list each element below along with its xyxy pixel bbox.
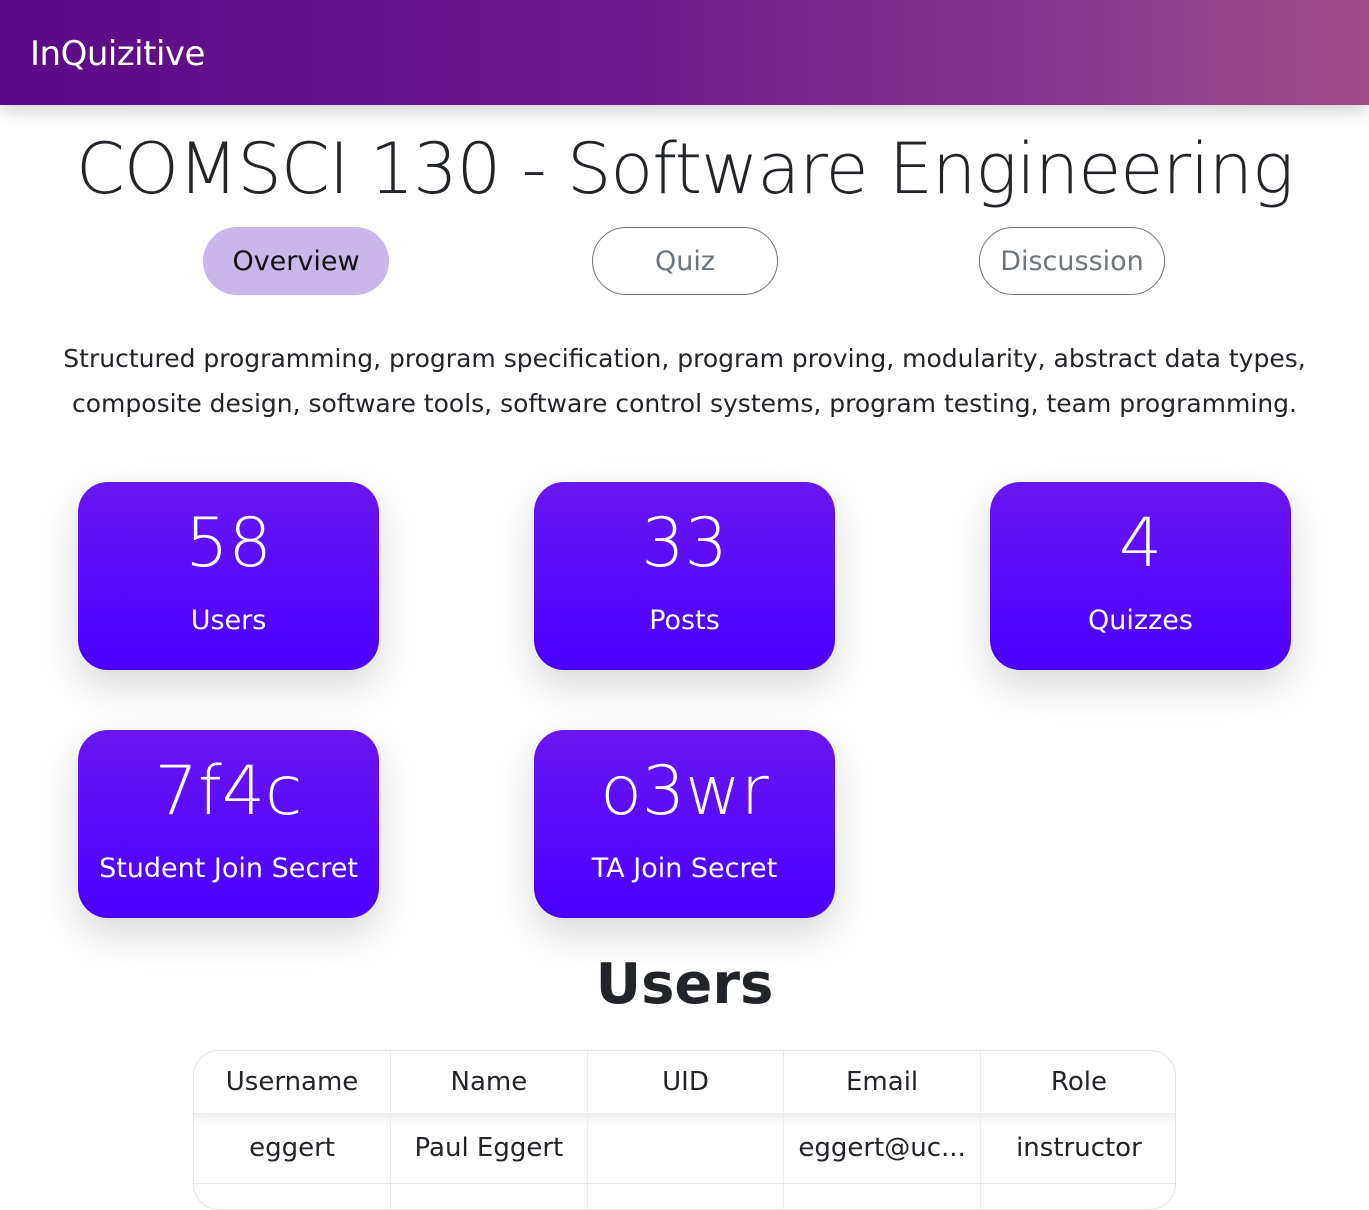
brand-logo-link[interactable]: InQuizitive xyxy=(30,34,205,74)
stat-value: 4 xyxy=(1118,504,1163,583)
cell-role xyxy=(980,1183,1175,1209)
users-heading: Users xyxy=(595,952,774,1017)
stat-value: 58 xyxy=(185,504,272,583)
cell-name: Paul Eggert xyxy=(390,1113,588,1183)
tab-quiz[interactable]: Quiz xyxy=(592,227,778,295)
table-row[interactable] xyxy=(194,1183,1175,1209)
stat-value: 33 xyxy=(641,504,728,583)
cell-name xyxy=(390,1183,588,1209)
tab-discussion[interactable]: Discussion xyxy=(979,227,1165,295)
cell-uid xyxy=(587,1113,785,1183)
stat-value: 7f4c xyxy=(154,752,303,831)
course-description: Structured programming, program specific… xyxy=(63,344,1306,418)
users-table-container[interactable]: Username Name UID Email Role eggert Paul… xyxy=(193,1050,1176,1210)
column-header-email[interactable]: Email xyxy=(783,1051,981,1113)
navbar: InQuizitive xyxy=(0,0,1369,105)
column-header-username[interactable]: Username xyxy=(194,1051,392,1113)
stat-label: TA Join Secret xyxy=(591,853,778,884)
column-header-role[interactable]: Role xyxy=(980,1051,1175,1113)
stat-label: Quizzes xyxy=(1088,605,1193,636)
stat-card-users: 58 Users xyxy=(78,482,379,670)
stat-card-ta-join-secret: o3wr TA Join Secret xyxy=(534,730,835,918)
cell-username xyxy=(194,1183,392,1209)
cell-username: eggert xyxy=(194,1113,392,1183)
users-table: Username Name UID Email Role eggert Paul… xyxy=(194,1051,1175,1209)
stat-label: Student Join Secret xyxy=(99,853,358,884)
column-header-uid[interactable]: UID xyxy=(587,1051,785,1113)
stat-label: Users xyxy=(190,605,267,636)
cell-email: eggert@uc... xyxy=(783,1113,981,1183)
stat-card-student-join-secret: 7f4c Student Join Secret xyxy=(78,730,379,918)
cell-email xyxy=(783,1183,981,1209)
stat-card-posts: 33 Posts xyxy=(534,482,835,670)
page-title: COMSCI 130 - Software Engineering xyxy=(76,128,1294,210)
table-header-row: Username Name UID Email Role xyxy=(194,1051,1175,1113)
column-header-name[interactable]: Name xyxy=(390,1051,588,1113)
cell-uid xyxy=(587,1183,785,1209)
cell-role: instructor xyxy=(1016,1133,1142,1163)
table-row[interactable]: eggert Paul Eggert eggert@uc... instruct… xyxy=(194,1113,1175,1183)
stat-card-quizzes: 4 Quizzes xyxy=(990,482,1291,670)
tab-overview[interactable]: Overview xyxy=(203,227,389,295)
stat-value: o3wr xyxy=(600,752,769,831)
stat-label: Posts xyxy=(649,605,720,636)
